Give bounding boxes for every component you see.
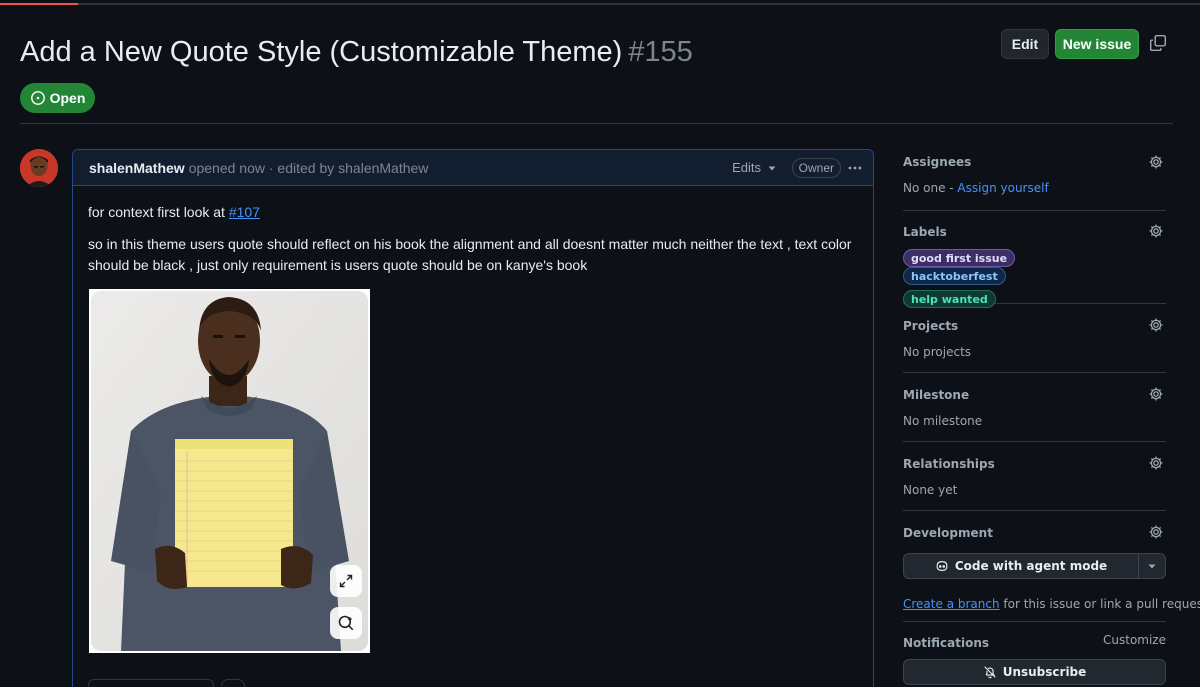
- expand-icon: [339, 574, 353, 588]
- projects-section: Projects No projects: [903, 304, 1166, 373]
- title-divider: [20, 123, 1173, 124]
- labels-heading: Labels: [903, 225, 947, 239]
- notifications-section: Notifications Customize Unsubscribe: [903, 622, 1166, 687]
- top-progress-line: [0, 3, 1200, 5]
- assignees-heading: Assignees: [903, 155, 972, 169]
- code-with-agent-button-group: Code with agent mode: [903, 553, 1166, 579]
- copy-icon[interactable]: [1149, 34, 1167, 52]
- customize-link[interactable]: Customize: [1103, 633, 1166, 647]
- gear-icon[interactable]: [1148, 455, 1164, 471]
- create-branch-link[interactable]: Create a branch: [903, 597, 1000, 611]
- triangle-down-icon: [768, 166, 776, 170]
- comment-header: shalenMathew opened now · edited by shal…: [73, 150, 873, 186]
- code-with-agent-button[interactable]: Code with agent mode: [904, 554, 1139, 578]
- notifications-heading: Notifications: [903, 636, 990, 650]
- context-text: for context first look at: [88, 204, 229, 220]
- issue-title: Add a New Quote Style (Customizable Them…: [20, 32, 693, 72]
- relationships-section: Relationships None yet: [903, 442, 1166, 511]
- zoom-icon: [338, 615, 354, 631]
- relationships-heading: Relationships: [903, 457, 995, 471]
- unsubscribe-button[interactable]: Unsubscribe: [903, 659, 1166, 685]
- development-hint-text: for this issue or link a pull request.: [999, 597, 1200, 611]
- context-paragraph: for context first look at #107: [88, 202, 858, 223]
- assign-yourself-link[interactable]: Assign yourself: [957, 181, 1048, 195]
- development-section: Development Code with agent mode Create …: [903, 511, 1200, 622]
- gear-icon[interactable]: [1148, 154, 1164, 170]
- author-avatar[interactable]: [20, 149, 58, 187]
- owner-badge: Owner: [791, 158, 841, 178]
- comment-body: for context first look at #107 so in thi…: [73, 186, 873, 303]
- labels-list: good first issue hacktoberfest help want…: [903, 249, 1103, 308]
- projects-heading: Projects: [903, 319, 959, 333]
- projects-value: No projects: [903, 345, 972, 359]
- issue-comment: shalenMathew opened now · edited by shal…: [72, 149, 874, 687]
- kebab-horizontal-icon[interactable]: [847, 160, 863, 176]
- reaction-bar-edge: [88, 679, 214, 687]
- labels-section: Labels good first issue hacktoberfest he…: [903, 211, 1166, 308]
- edits-label: Edits: [732, 160, 761, 175]
- issue-state-badge: Open: [20, 83, 95, 113]
- issue-open-icon: [30, 91, 45, 105]
- gear-icon[interactable]: [1148, 223, 1164, 239]
- code-with-agent-label: Code with agent mode: [954, 559, 1108, 573]
- relationships-value: None yet: [903, 483, 958, 497]
- context-issue-link[interactable]: #107: [229, 204, 260, 220]
- edit-button[interactable]: Edit: [1001, 29, 1049, 59]
- issue-state-label: Open: [49, 90, 86, 106]
- milestone-heading: Milestone: [903, 388, 970, 402]
- assignees-section: Assignees No one - Assign yourself: [903, 146, 1166, 211]
- milestone-section: Milestone No milestone: [903, 373, 1166, 442]
- assignees-empty-text: No one -: [903, 181, 958, 195]
- issue-title-text: Add a New Quote Style (Customizable Them…: [20, 36, 623, 68]
- image-content: [91, 291, 368, 651]
- gear-icon[interactable]: [1148, 524, 1164, 540]
- comment-paragraph: so in this theme users quote should refl…: [88, 236, 852, 273]
- issue-sidebar: Assignees No one - Assign yourself Label…: [903, 146, 1200, 687]
- gear-icon[interactable]: [1148, 317, 1164, 333]
- assignees-value: No one - Assign yourself: [903, 181, 1049, 195]
- expand-image-button[interactable]: [330, 565, 362, 597]
- zoom-image-button[interactable]: [330, 607, 362, 639]
- add-reaction-edge: [221, 679, 245, 687]
- copilot-icon: [936, 561, 948, 571]
- comment-author[interactable]: shalenMathew: [89, 160, 185, 176]
- top-progress-accent: [0, 3, 78, 5]
- gear-icon[interactable]: [1148, 386, 1164, 402]
- development-heading: Development: [903, 526, 993, 540]
- development-hint: Create a branch for this issue or link a…: [903, 597, 1200, 611]
- attached-image[interactable]: [89, 289, 370, 653]
- milestone-value: No milestone: [903, 414, 983, 428]
- bell-slash-icon: [984, 666, 996, 679]
- issue-number: #155: [628, 36, 693, 68]
- comment-meta: opened now · edited by shalenMathew: [188, 159, 429, 176]
- agent-options-dropdown[interactable]: [1139, 561, 1165, 571]
- label-hacktoberfest[interactable]: hacktoberfest: [903, 267, 1006, 285]
- new-issue-button[interactable]: New issue: [1055, 29, 1139, 59]
- triangle-down-icon: [1148, 564, 1156, 569]
- unsubscribe-label: Unsubscribe: [1002, 665, 1087, 679]
- label-good-first-issue[interactable]: good first issue: [903, 249, 1016, 267]
- edits-dropdown[interactable]: Edits: [732, 160, 777, 175]
